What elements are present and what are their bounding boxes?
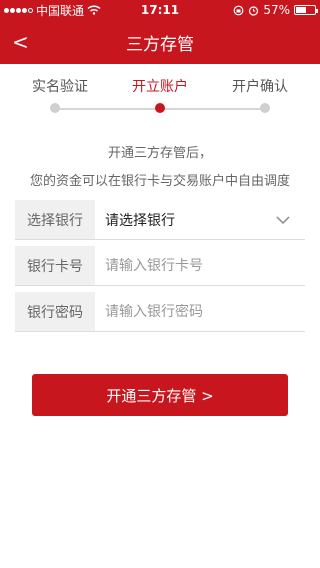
step-dot-confirm xyxy=(260,103,270,113)
bank-password-label: 银行密码 xyxy=(15,292,95,331)
back-chevron-icon: < xyxy=(12,30,29,54)
bank-select[interactable]: 请选择银行 xyxy=(95,200,305,239)
page-title: 三方存管 xyxy=(126,34,194,55)
card-number-label: 银行卡号 xyxy=(15,246,95,285)
step-labels: 实名验证 开立账户 开户确认 xyxy=(0,76,320,96)
card-number-row: 银行卡号 xyxy=(15,246,305,286)
bank-select-row[interactable]: 选择银行 请选择银行 xyxy=(15,200,305,240)
battery-level xyxy=(296,7,307,13)
step-dot-verify xyxy=(50,103,60,113)
back-button[interactable]: < xyxy=(12,20,42,64)
status-left: 中国联通 xyxy=(4,2,101,19)
card-number-field-wrap xyxy=(95,246,305,285)
nav-bar: < 三方存管 xyxy=(0,20,320,64)
battery-percent: 57% xyxy=(263,3,290,17)
bank-select-value: 请选择银行 xyxy=(105,212,175,229)
intro-line-2: 您的资金可以在银行卡与交易账户中自由调度 xyxy=(29,174,290,189)
status-right: 57% xyxy=(233,3,318,17)
intro-line-1: 开通三方存管后， xyxy=(107,146,212,161)
bank-password-input[interactable] xyxy=(105,303,305,320)
rotation-lock-icon xyxy=(233,5,244,15)
signal-strength-icon xyxy=(4,7,33,13)
intro-text: 开通三方存管后， 您的资金可以在银行卡与交易账户中自由调度 xyxy=(0,140,320,196)
step-label-confirm: 开户确认 xyxy=(232,79,288,95)
chevron-down-icon xyxy=(276,216,290,225)
step-label-open-account: 开立账户 xyxy=(132,79,188,95)
bank-password-field-wrap xyxy=(95,292,305,331)
alarm-icon xyxy=(249,5,259,16)
open-depository-button[interactable]: 开通三方存管 > xyxy=(32,374,288,416)
carrier-name: 中国联通 xyxy=(36,3,85,18)
card-number-input[interactable] xyxy=(105,257,305,274)
bank-select-label: 选择银行 xyxy=(15,200,95,239)
step-label-verify: 实名验证 xyxy=(32,79,88,95)
bank-password-row: 银行密码 xyxy=(15,292,305,332)
status-bar: 中国联通 17:11 57% xyxy=(0,0,320,20)
wifi-icon xyxy=(87,5,101,15)
battery-icon xyxy=(294,5,318,15)
step-indicator: 实名验证 开立账户 开户确认 xyxy=(0,64,320,124)
bank-form: 选择银行 请选择银行 银行卡号 银行密码 xyxy=(15,200,305,338)
step-dot-open-account xyxy=(155,103,165,113)
